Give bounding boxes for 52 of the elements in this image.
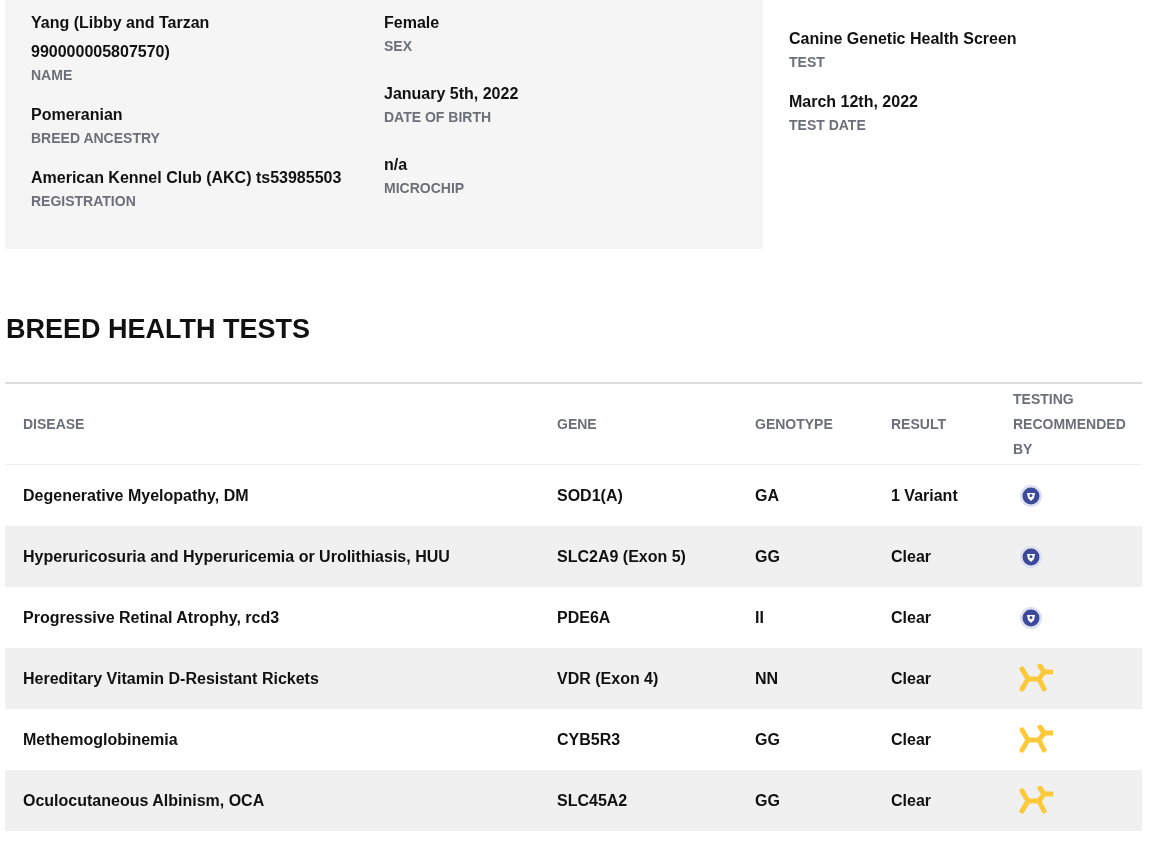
table-cell: Progressive Retinal Atrophy, rcd3 [23,608,280,626]
column-header: DISEASE [23,415,85,432]
field-label: SEX [384,37,413,55]
table-cell: SOD1(A) [557,486,623,504]
field-label: TEST [789,53,826,71]
field-label: MICROCHIP [384,179,466,197]
table-cell: Degenerative Myelopathy, DM [23,486,249,504]
shield-badge-icon [1019,483,1043,508]
table-cell: GG [755,791,780,809]
column-header: TESTING RECOMMENDED BY [1013,390,1126,457]
table-cell: Clear [891,730,932,748]
table-cell: Clear [891,547,932,565]
column-header: GENOTYPE [755,415,833,432]
field-value: Pomeranian [31,105,124,125]
branch-shape-icon [1019,724,1053,755]
field-value: American Kennel Club (AKC) ts53985503 [31,168,343,188]
column-header: GENE [557,415,597,432]
table-cell: II [755,608,764,626]
table-cell: VDR (Exon 4) [557,669,659,687]
table-cell: Clear [891,669,932,687]
field-label: DATE OF BIRTH [384,108,493,126]
section-title: BREED HEALTH TESTS [6,313,311,345]
table-cell: Hyperuricosuria and Hyperuricemia or Urolithiasis, HUU [23,547,450,565]
column-header: RESULT [891,415,946,432]
field-label: BREED ANCESTRY [31,129,161,147]
field-label: TEST DATE [789,116,867,134]
field-label: REGISTRATION [31,192,137,210]
shield-badge-icon [1019,605,1043,630]
shield-badge-icon [1019,544,1043,569]
table-cell: SLC45A2 [557,791,628,809]
branch-shape-icon [1019,663,1053,694]
field-label: NAME [31,66,74,84]
table-cell: NN [755,669,779,687]
table-cell: PDE6A [557,608,611,626]
field-value: March 12th, 2022 [789,92,919,112]
table-cell: GG [755,547,780,565]
field-value: Canine Genetic Health Screen [789,29,1017,49]
table-cell: Hereditary Vitamin D-Resistant Rickets [23,669,319,687]
table-cell: SLC2A9 (Exon 5) [557,547,686,565]
table-cell: CYB5R3 [557,730,621,748]
field-value: n/a [384,155,409,175]
field-value: Female [384,13,441,33]
table-cell: Clear [891,791,932,809]
table-cell: Oculocutaneous Albinism, OCA [23,791,265,809]
table-cell: GA [755,486,779,504]
field-value: Yang (Libby and Tarzan 990000005807570) [31,13,211,62]
table-cell: Methemoglobinemia [23,730,178,748]
branch-shape-icon [1019,785,1053,816]
field-value: January 5th, 2022 [384,84,519,104]
table-cell: 1 Variant [891,486,958,504]
table-cell: Clear [891,608,932,626]
table-cell: GG [755,730,780,748]
